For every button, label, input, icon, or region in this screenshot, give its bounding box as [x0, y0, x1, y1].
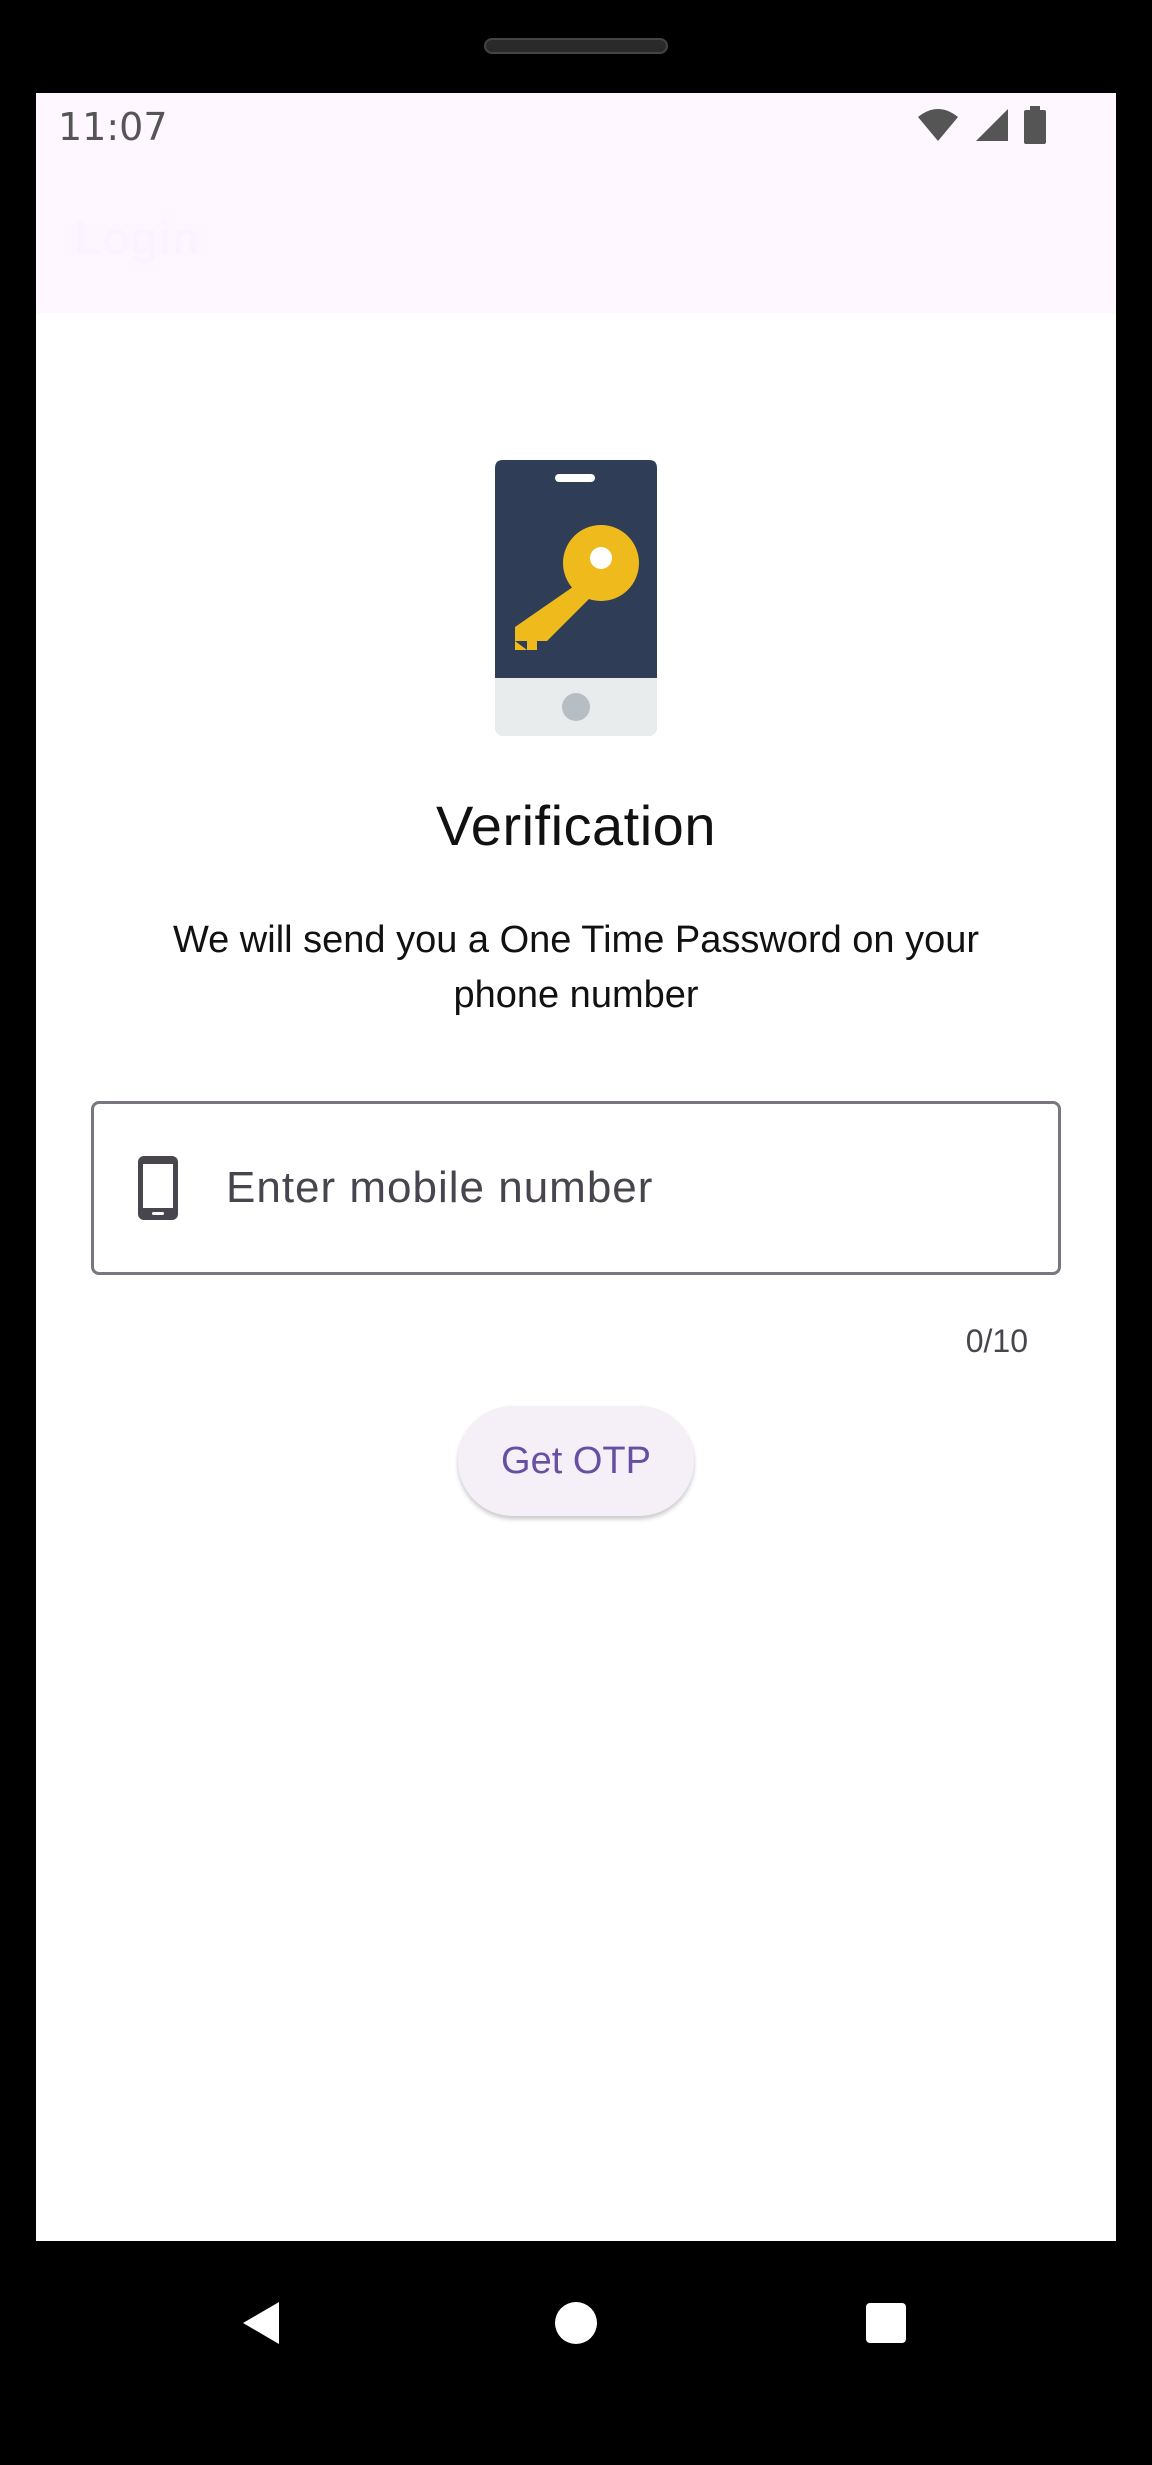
back-icon[interactable]	[222, 2283, 302, 2363]
smartphone-icon	[138, 1156, 178, 1220]
earpiece-speaker	[484, 38, 668, 54]
home-icon[interactable]	[536, 2283, 616, 2363]
mobile-number-input[interactable]	[224, 1162, 1058, 1214]
device-frame: 11:07 Login Verification We will send yo…	[0, 0, 1152, 2465]
status-icons	[916, 105, 1046, 149]
recents-icon[interactable]	[846, 2283, 926, 2363]
main-content: Verification We will send you a One Time…	[36, 313, 1116, 2241]
get-otp-button[interactable]: Get OTP	[458, 1406, 694, 1516]
status-time: 11:07	[58, 105, 168, 149]
character-counter: 0/10	[965, 1323, 1028, 1359]
app-header: 11:07 Login	[36, 93, 1116, 313]
page-title: Verification	[436, 794, 716, 857]
phone-key-icon	[495, 460, 657, 741]
battery-icon	[1024, 105, 1046, 149]
page-subtitle: We will send you a One Time Password on …	[172, 919, 980, 1016]
mobile-number-field[interactable]	[91, 1101, 1061, 1275]
wifi-icon	[916, 107, 960, 148]
system-navigation-bar	[0, 2241, 1152, 2465]
screen: 11:07 Login Verification We will send yo…	[36, 93, 1116, 2241]
signal-icon	[974, 107, 1010, 148]
app-bar-title: Login	[74, 212, 200, 264]
